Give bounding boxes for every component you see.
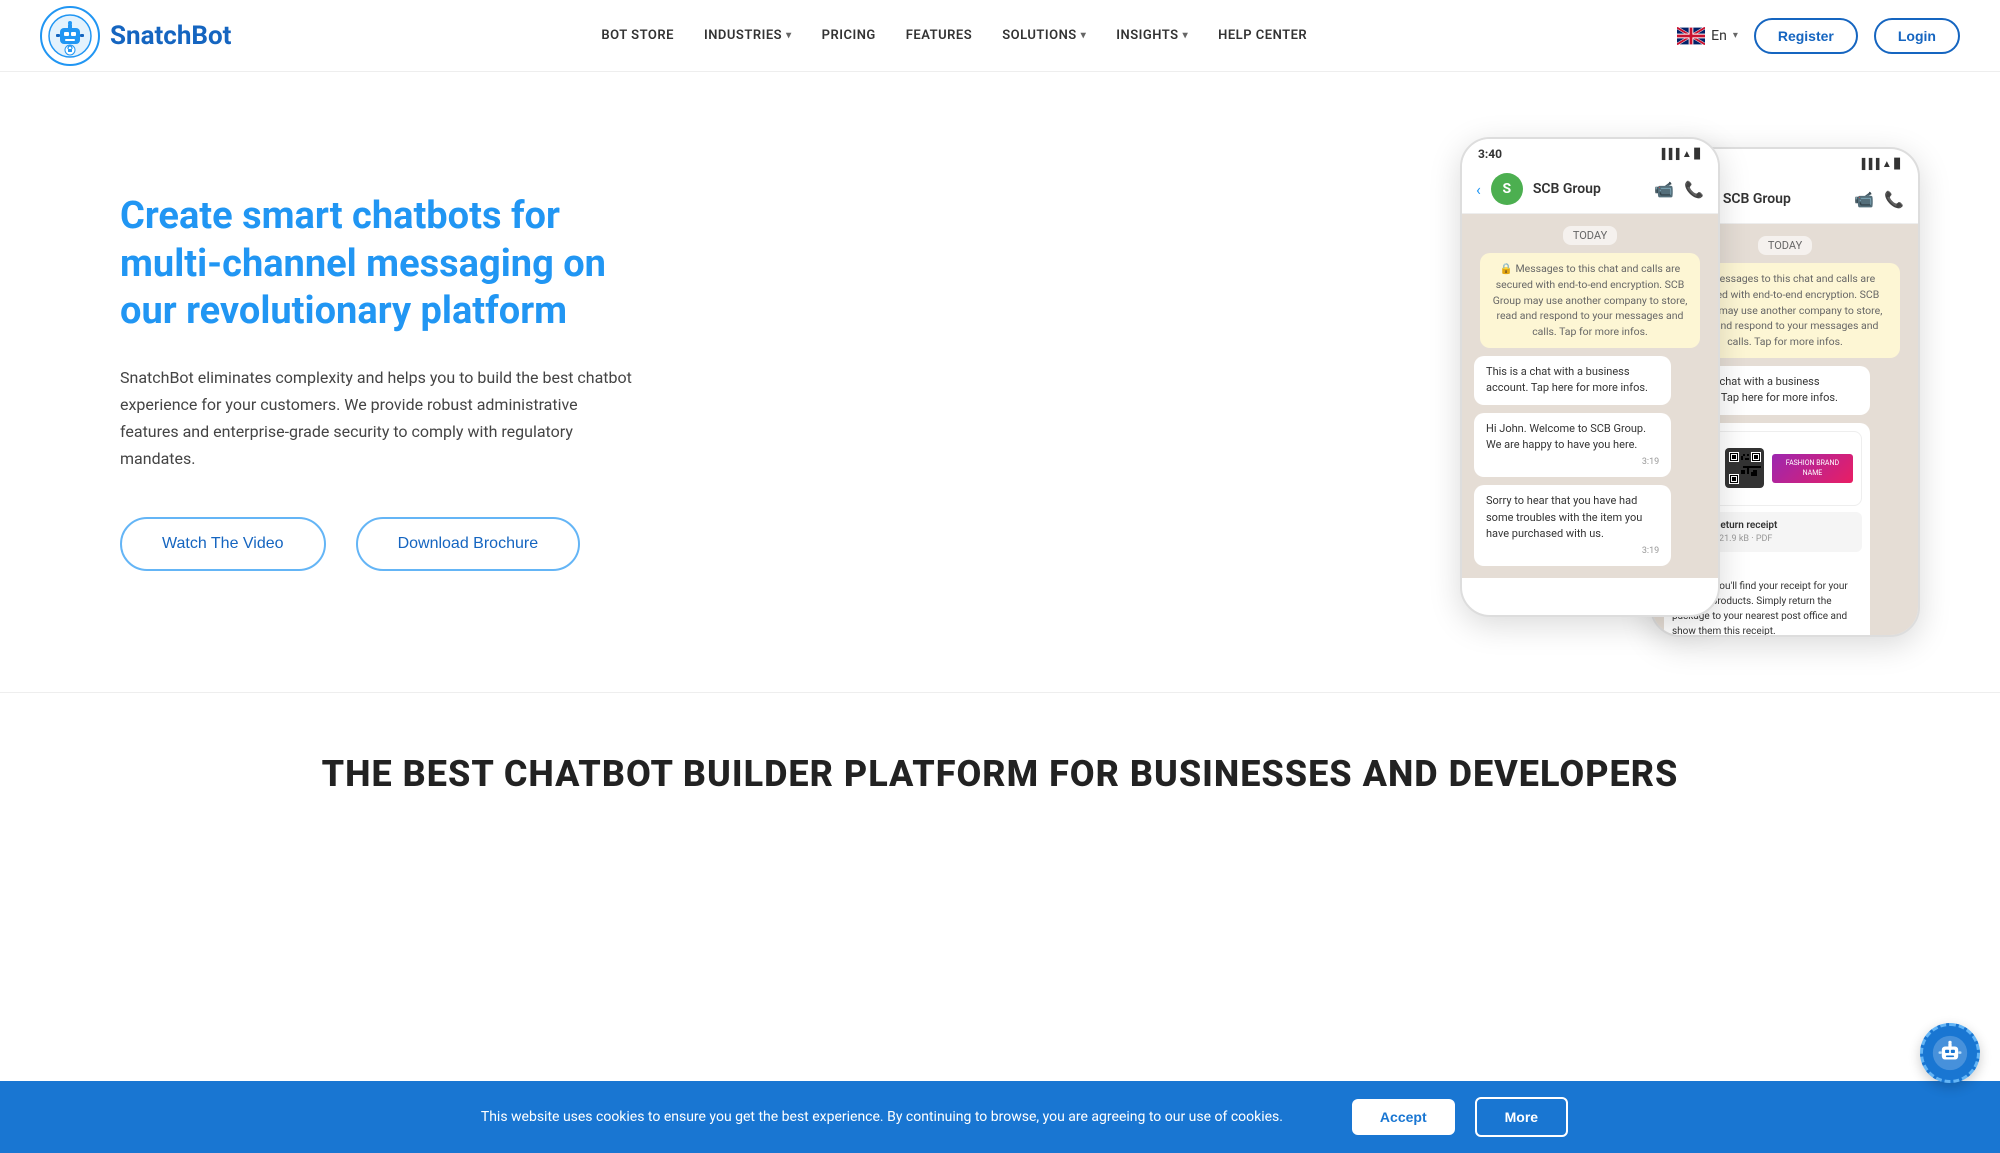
section-tagline-heading: THE BEST CHATBOT BUILDER PLATFORM FOR BU… [40,753,1960,795]
phone-icon-2: 📞 [1884,190,1904,209]
login-button[interactable]: Login [1874,18,1960,54]
back-arrow-icon: ‹ [1476,180,1481,199]
pdf-info: Return receipt 121.9 kB · PDF [1714,518,1777,547]
pdf-name: Return receipt [1714,518,1777,533]
nav-right: En ▾ Register Login [1677,18,1960,54]
qr-icon [1727,450,1763,486]
pdf-size: 121.9 kB · PDF [1714,533,1777,547]
chevron-down-icon: ▾ [1183,30,1189,41]
phone-icon: 📞 [1684,180,1704,199]
msg-business-front: This is a chat with a business account. … [1474,356,1671,405]
fashion-tag: FASHION BRAND NAME [1772,454,1853,483]
msg-system-front: 🔒 Messages to this chat and calls are se… [1480,253,1700,348]
register-button[interactable]: Register [1754,18,1858,54]
brand-name: SnatchBot [110,21,231,51]
date-divider-front: TODAY [1563,226,1617,245]
floating-bot-icon [1932,1035,1968,1071]
cookie-banner: This website uses cookies to ensure you … [0,1081,2000,1153]
language-selector[interactable]: En ▾ [1677,27,1738,45]
avatar-front: S [1491,173,1523,205]
nav-links: BOT STORE INDUSTRIES ▾ PRICING FEATURES … [601,28,1307,43]
chat-name-back: SCB Group [1723,191,1844,207]
hero-phones: 3:40 ▐▐▐ ▲ ▊ ‹ S SCB Group 📹 📞 TODAY 🔒 M… [680,127,1920,637]
chat-actions-back: 📹 📞 [1854,190,1904,209]
floating-bot-button[interactable] [1920,1023,1980,1083]
msg-time-2: 3:19 [1486,545,1659,559]
signal-icons-front: ▐▐▐ ▲ ▊ [1658,149,1702,160]
chat-header-front: ‹ S SCB Group 📹 📞 [1462,165,1718,214]
video-icon: 📹 [1654,180,1674,199]
date-divider-back: TODAY [1758,236,1812,255]
uk-flag-icon [1677,27,1705,45]
navbar: SnatchBot BOT STORE INDUSTRIES ▾ PRICING… [0,0,2000,72]
hero-content: Create smart chatbots for multi-channel … [120,193,680,570]
hero-heading: Create smart chatbots for multi-channel … [120,193,640,336]
video-icon-2: 📹 [1854,190,1874,209]
download-brochure-button[interactable]: Download Brochure [356,517,581,571]
msg-received-1: Hi John. Welcome to SCB Group. We are ha… [1474,413,1671,478]
section-tagline: THE BEST CHATBOT BUILDER PLATFORM FOR BU… [0,692,2000,835]
chevron-down-icon: ▾ [786,30,792,41]
signal-icons-back: ▐▐▐ ▲ ▊ [1858,159,1902,170]
nav-item-bot-store[interactable]: BOT STORE [601,28,674,43]
logo-icon [48,14,92,58]
status-bar-front: 3:40 ▐▐▐ ▲ ▊ [1462,139,1718,165]
language-label: En [1711,28,1727,44]
phone-front: 3:40 ▐▐▐ ▲ ▊ ‹ S SCB Group 📹 📞 TODAY 🔒 M… [1460,137,1720,617]
hero-description: SnatchBot eliminates complexity and help… [120,364,640,473]
logo-circle [40,6,100,66]
time-front: 3:40 [1478,147,1502,161]
nav-item-pricing[interactable]: PRICING [822,28,876,43]
nav-item-solutions[interactable]: SOLUTIONS ▾ [1002,28,1086,43]
chat-actions-front: 📹 📞 [1654,180,1704,199]
cookie-accept-button[interactable]: Accept [1352,1099,1455,1135]
chat-body-front: TODAY 🔒 Messages to this chat and calls … [1462,214,1718,578]
cookie-text: This website uses cookies to ensure you … [432,1109,1332,1125]
msg-time-1: 3:19 [1486,456,1659,470]
qr-code [1725,448,1764,488]
msg-received-2: Sorry to hear that you have had some tro… [1474,485,1671,566]
hero-buttons: Watch The Video Download Brochure [120,517,640,571]
watch-video-button[interactable]: Watch The Video [120,517,326,571]
logo-link[interactable]: SnatchBot [40,6,231,66]
chat-name-front: SCB Group [1533,181,1644,197]
chevron-down-icon: ▾ [1733,30,1738,41]
cookie-more-button[interactable]: More [1475,1097,1568,1137]
nav-item-insights[interactable]: INSIGHTS ▾ [1116,28,1188,43]
nav-item-features[interactable]: FEATURES [906,28,972,43]
nav-item-industries[interactable]: INDUSTRIES ▾ [704,28,792,43]
hero-section: Create smart chatbots for multi-channel … [0,72,2000,692]
nav-item-help-center[interactable]: HELP CENTER [1218,28,1307,43]
chevron-down-icon: ▾ [1081,30,1087,41]
